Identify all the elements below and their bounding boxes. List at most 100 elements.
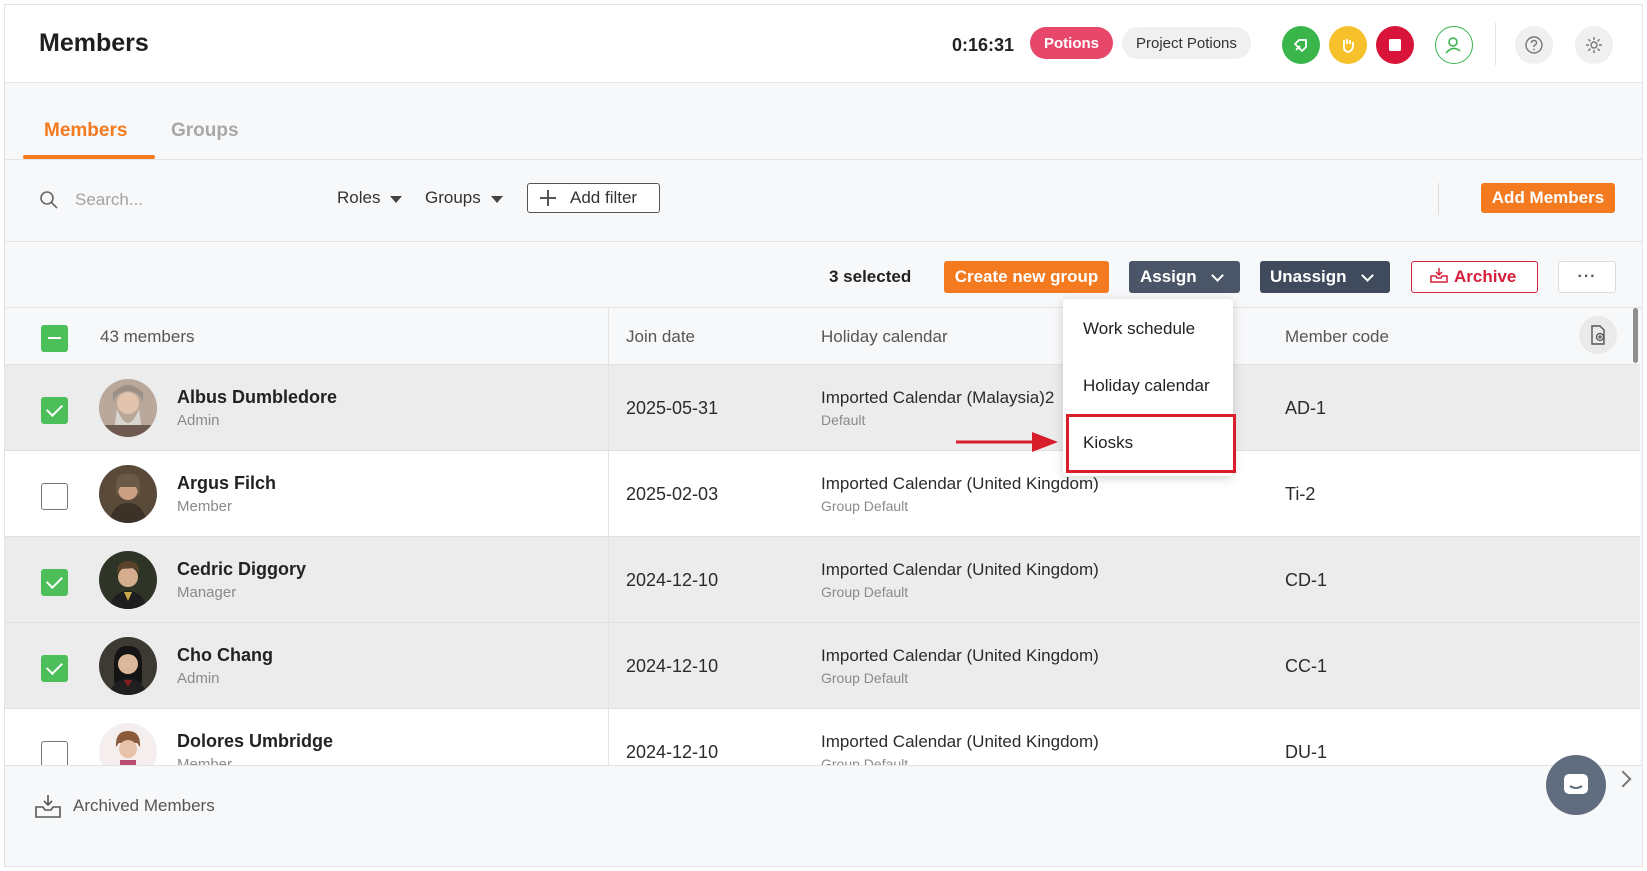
table-row[interactable]: Albus Dumbledore Admin 2025-05-31 Import…	[5, 365, 1640, 451]
settings-icon[interactable]	[1575, 26, 1613, 64]
avatar	[99, 465, 157, 523]
column-divider	[608, 365, 609, 450]
caret-down-icon	[490, 196, 503, 203]
archive-icon	[1430, 267, 1448, 288]
column-divider	[608, 451, 609, 536]
app-window: Members 0:16:31 Potions Project Potions …	[4, 4, 1643, 867]
tab-bar: Members Groups	[5, 83, 1642, 160]
holiday-calendar-type: Default	[821, 412, 866, 428]
holiday-calendar: Imported Calendar (United Kingdom)	[821, 646, 1099, 665]
member-name[interactable]: Cedric Diggory	[177, 559, 306, 580]
active-tab-indicator	[23, 155, 155, 159]
roles-dropdown-label: Roles	[337, 188, 381, 207]
join-date-header[interactable]: Join date	[626, 327, 695, 347]
stop-icon[interactable]	[1376, 26, 1414, 64]
add-members-button[interactable]: Add Members	[1481, 183, 1615, 213]
hand-icon[interactable]	[1329, 26, 1367, 64]
member-role: Admin	[177, 412, 220, 429]
column-divider	[608, 308, 609, 365]
member-name[interactable]: Argus Filch	[177, 473, 276, 494]
select-all-checkbox[interactable]	[41, 325, 68, 352]
search-input[interactable]	[75, 185, 295, 215]
join-date: 2025-02-03	[626, 484, 719, 504]
avatar	[99, 637, 157, 695]
column-divider	[608, 623, 609, 708]
tab-members[interactable]: Members	[44, 120, 127, 142]
row-checkbox[interactable]	[41, 483, 68, 510]
member-role: Member	[177, 498, 233, 515]
join-date: 2024-12-10	[626, 656, 719, 676]
assign-label: Assign	[1140, 267, 1197, 286]
project-tag[interactable]: Project Potions	[1122, 27, 1251, 59]
vertical-scrollbar[interactable]	[1633, 308, 1638, 363]
avatar	[99, 379, 157, 437]
member-role: Admin	[177, 670, 220, 687]
export-icon[interactable]	[1579, 316, 1617, 354]
chevron-down-icon	[1210, 268, 1224, 282]
join-date: 2024-12-10	[626, 742, 719, 762]
assign-button[interactable]: Assign	[1129, 261, 1240, 293]
column-divider	[608, 537, 609, 622]
chevron-down-icon	[1360, 268, 1374, 282]
arrow-right-icon	[956, 431, 1058, 458]
table-row[interactable]: Cho Chang Admin 2024-12-10 Imported Cale…	[5, 623, 1640, 709]
holiday-calendar-header[interactable]: Holiday calendar	[821, 327, 948, 347]
filter-divider	[1438, 183, 1439, 215]
user-icon[interactable]	[1435, 26, 1473, 64]
create-new-group-button[interactable]: Create new group	[944, 261, 1109, 293]
member-code: CD-1	[1285, 570, 1328, 590]
unassign-button[interactable]: Unassign	[1260, 261, 1390, 293]
member-name[interactable]: Cho Chang	[177, 645, 273, 666]
holiday-calendar: Imported Calendar (Malaysia)2	[821, 388, 1055, 407]
menu-item-work-schedule[interactable]: Work schedule	[1083, 319, 1195, 339]
archive-button[interactable]: Archive	[1411, 261, 1538, 293]
timer-display: 0:16:31	[952, 35, 1015, 55]
add-filter-button[interactable]: Add filter	[527, 183, 660, 213]
header-divider	[1495, 23, 1496, 65]
tab-groups[interactable]: Groups	[171, 120, 239, 142]
row-checkbox[interactable]	[41, 655, 68, 682]
menu-item-holiday-calendar[interactable]: Holiday calendar	[1083, 376, 1210, 396]
holiday-calendar-type: Group Default	[821, 670, 909, 686]
rocket-icon[interactable]	[1282, 26, 1320, 64]
more-options-button[interactable]: ···	[1558, 261, 1616, 293]
highlight-box	[1066, 414, 1236, 473]
page-title: Members	[39, 29, 149, 57]
roles-dropdown[interactable]: Roles	[337, 188, 403, 208]
member-code-header[interactable]: Member code	[1285, 327, 1389, 347]
filter-bar: Roles Groups Add filter Add Members	[5, 161, 1642, 242]
row-checkbox[interactable]	[41, 569, 68, 596]
selected-count: 3 selected	[829, 267, 912, 286]
row-checkbox[interactable]	[41, 741, 68, 768]
member-code: AD-1	[1285, 398, 1327, 418]
inbox-icon[interactable]	[35, 794, 61, 823]
member-name[interactable]: Dolores Umbridge	[177, 731, 333, 752]
help-icon[interactable]	[1515, 26, 1553, 64]
holiday-calendar: Imported Calendar (United Kingdom)	[821, 474, 1099, 493]
bulk-action-bar: 3 selected Create new group Assign Unass…	[5, 243, 1642, 308]
table-header: 43 members Join date Holiday calendar Me…	[5, 308, 1640, 365]
join-date: 2024-12-10	[626, 570, 719, 590]
holiday-calendar-type: Group Default	[821, 584, 909, 600]
search-icon	[39, 190, 59, 215]
caret-down-icon	[390, 196, 403, 203]
member-name[interactable]: Albus Dumbledore	[177, 387, 337, 408]
potions-tag[interactable]: Potions	[1030, 27, 1113, 59]
add-filter-label: Add filter	[570, 188, 638, 207]
holiday-calendar-type: Group Default	[821, 498, 909, 514]
top-header: Members 0:16:31 Potions Project Potions	[5, 5, 1642, 83]
members-table: 43 members Join date Holiday calendar Me…	[5, 308, 1640, 808]
row-checkbox[interactable]	[41, 397, 68, 424]
chat-icon[interactable]	[1546, 755, 1606, 815]
member-code: Ti-2	[1285, 484, 1316, 504]
holiday-calendar: Imported Calendar (United Kingdom)	[821, 732, 1099, 751]
member-code: DU-1	[1285, 742, 1328, 762]
groups-dropdown[interactable]: Groups	[425, 188, 503, 208]
table-row[interactable]: Cedric Diggory Manager 2024-12-10 Import…	[5, 537, 1640, 623]
archived-members-link[interactable]: Archived Members	[73, 796, 215, 816]
member-code: CC-1	[1285, 656, 1328, 676]
join-date: 2025-05-31	[626, 398, 719, 418]
table-row[interactable]: Argus Filch Member 2025-02-03 Imported C…	[5, 451, 1640, 537]
plus-icon	[540, 190, 556, 206]
unassign-label: Unassign	[1270, 267, 1347, 286]
